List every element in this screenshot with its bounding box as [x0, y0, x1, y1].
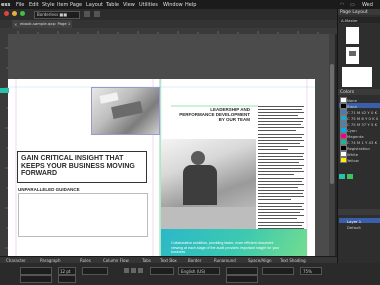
paper-shape [99, 92, 119, 104]
page-preview-icon[interactable] [94, 11, 100, 17]
master-thumb-a[interactable] [346, 27, 359, 44]
person-head-shape [191, 151, 205, 165]
scrollbar-thumb[interactable] [330, 64, 334, 184]
left-text-frame[interactable] [18, 193, 148, 237]
tracking-field[interactable] [82, 267, 108, 275]
shade-field[interactable] [226, 275, 258, 283]
menu-file[interactable]: File [16, 2, 24, 8]
swatch-label: C 71 M 42 Y 0 K [347, 109, 378, 115]
colors-panel-header[interactable]: Colors [338, 89, 380, 95]
left-text-frame-border [18, 193, 148, 237]
font-size-field[interactable]: 12 pt [58, 267, 76, 275]
underline-style-icon[interactable] [138, 268, 143, 273]
headline-frame[interactable]: GAIN CRITICAL INSIGHT THAT KEEPS YOUR BU… [17, 151, 147, 183]
swatch-row[interactable]: C 75 M 37 Y 5 K [339, 121, 380, 127]
swatch-label: Registration [347, 145, 370, 151]
menu-layout[interactable]: Layout [86, 2, 103, 8]
fill-color-chip[interactable] [339, 174, 345, 179]
swatch-label: C 75 M 37 Y 5 K [347, 121, 378, 127]
layers-panel-header[interactable] [338, 209, 380, 215]
clock-label: Wed [362, 2, 373, 8]
minimize-window-icon[interactable] [12, 11, 17, 16]
right-heading: LEADERSHIP AND PERFORMANCE DEVELOPMENT B… [179, 107, 250, 123]
desk-shape [161, 207, 256, 229]
swatch-row[interactable]: White [339, 151, 380, 157]
vertical-scrollbar[interactable] [329, 34, 335, 263]
swatch-row[interactable]: C 75 M 6 Y 0 K 0 [339, 115, 380, 121]
office-photo[interactable] [161, 139, 256, 229]
swatch-row[interactable]: Cyan [339, 127, 380, 133]
close-tab-icon[interactable]: × [14, 22, 17, 27]
font-family-field[interactable] [20, 267, 52, 275]
swatch-label: C 74 M 1 Y 43 K [347, 139, 378, 145]
master-page-row[interactable]: A-Master [339, 17, 380, 23]
swatch-row[interactable]: Registration [339, 145, 380, 151]
menu-edit[interactable]: Edit [29, 2, 39, 8]
page-layout-panel-header[interactable]: Page Layout [338, 9, 380, 15]
zoom-window-icon[interactable] [20, 11, 25, 16]
menu-style[interactable]: Style [42, 2, 55, 8]
swatch-row[interactable]: C 74 M 1 Y 43 K [339, 139, 380, 145]
swatch-row[interactable]: Magenta [339, 133, 380, 139]
swatch-label: Cyan [347, 127, 357, 133]
menu-window[interactable]: Window [163, 2, 183, 8]
italic-style-icon[interactable] [131, 268, 136, 273]
menu-view[interactable]: View [123, 2, 135, 8]
baseline-shift-field[interactable] [226, 267, 258, 275]
app-logo: ess [1, 2, 11, 8]
menu-utilities[interactable]: Utilities [139, 2, 158, 8]
pasteboard[interactable]: GAIN CRITICAL INSIGHT THAT KEEPS YOUR BU… [0, 34, 335, 284]
swatch-chip [340, 157, 347, 163]
swatch-row[interactable]: None [339, 97, 380, 103]
swatch-list: None Black C 71 M 42 Y 0 KC 75 M 6 Y 0 K 0… [338, 97, 380, 167]
left-subhead: UNPARALLELED GUIDANCE [18, 187, 80, 192]
swatch-label: C 75 M 6 Y 0 K 0 [347, 115, 379, 121]
document-tab[interactable]: × ebook-sample.qxp: Page 1 [12, 20, 72, 28]
menu-bar: ess File Edit Style Item Page Layout Tab… [0, 0, 380, 9]
swatch-row[interactable]: Black [339, 103, 380, 109]
font-style-field[interactable] [20, 275, 52, 283]
vertical-ruler[interactable] [0, 28, 8, 263]
wifi-icon: ◠ [340, 2, 345, 8]
close-window-icon[interactable] [4, 11, 9, 16]
kerning-field[interactable] [150, 267, 174, 275]
keyboard-photo[interactable] [91, 87, 160, 135]
swatch-label: Black [347, 103, 358, 109]
person-body-shape [183, 165, 217, 205]
menu-item[interactable]: Item [57, 2, 68, 8]
zoom-field[interactable]: 75% [300, 267, 322, 275]
layer-row-1[interactable]: Layer 1 [339, 218, 380, 224]
document-tab-label: ebook-sample.qxp: Page 1 [20, 21, 71, 26]
gradient-box-text: Collaborative workflow, providing faster… [171, 241, 280, 255]
language-select[interactable]: English (US) [178, 267, 220, 275]
swatch-label: Yellow [347, 157, 359, 163]
stroke-color-chip[interactable] [347, 174, 353, 179]
right-palette-panel: Page Layout A-Master Colors None Black C 7… [337, 9, 380, 263]
swatch-label: None [347, 97, 357, 103]
page-thumb-spread[interactable] [342, 67, 372, 87]
leading-field[interactable] [58, 275, 76, 283]
bold-style-icon[interactable] [124, 268, 129, 273]
layout-size-field[interactable]: Borderless ■■ [34, 11, 80, 19]
swatch-label: Magenta [347, 133, 364, 139]
menu-page[interactable]: Page [70, 2, 82, 8]
swatch-label: White [347, 151, 359, 157]
menu-table[interactable]: Table [106, 2, 119, 8]
swatch-row[interactable]: Yellow [339, 157, 380, 163]
battery-icon: ▭ [350, 2, 355, 8]
master-thumb-b[interactable] [346, 47, 359, 64]
layer-row-default[interactable]: Default [339, 224, 380, 230]
view-mode-icon[interactable] [84, 11, 90, 17]
thumb-image-shape [349, 51, 356, 56]
menu-help[interactable]: Help [185, 2, 196, 8]
opacity-field[interactable] [262, 267, 294, 275]
swatch-row[interactable]: C 71 M 42 Y 0 K [339, 109, 380, 115]
measurements-palette: 12 pt English (US) 75% [0, 263, 380, 285]
left-headline: GAIN CRITICAL INSIGHT THAT KEEPS YOUR BU… [21, 155, 135, 178]
hand-shape [111, 101, 143, 119]
page-spread[interactable]: GAIN CRITICAL INSIGHT THAT KEEPS YOUR BU… [0, 79, 315, 284]
